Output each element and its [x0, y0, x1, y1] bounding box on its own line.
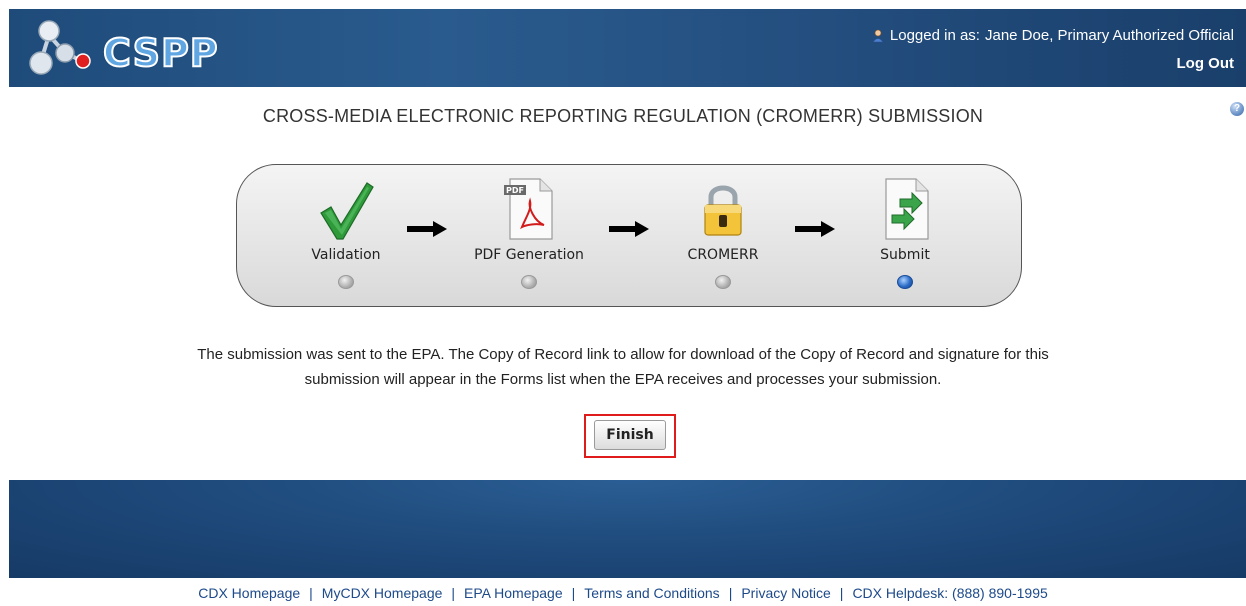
arrow-right-icon: [407, 221, 447, 237]
logout-link[interactable]: Log Out: [1177, 55, 1234, 72]
submission-message: The submission was sent to the EPA. The …: [0, 342, 1246, 392]
footer-separator: |: [728, 585, 733, 601]
pdf-document-icon: PDF: [504, 178, 553, 240]
footer-separator: |: [309, 585, 313, 601]
step-label: CROMERR: [687, 247, 759, 263]
footer-links: CDX Homepage | MyCDX Homepage | EPA Homepage…: [0, 585, 1246, 601]
step-status-dot: [338, 275, 354, 289]
padlock-icon: [704, 185, 742, 236]
message-line-2: submission will appear in the Forms list…: [304, 371, 942, 388]
logo-text: CSPP: [102, 30, 219, 76]
arrow-right-icon: [795, 221, 835, 237]
arrow-right-icon: [609, 221, 649, 237]
step-cromerr: CROMERR: [648, 165, 798, 308]
step-submit: Submit: [830, 165, 980, 308]
steps-progress-panel: Validation PDF PDF Generation CROMERR Su…: [236, 164, 1022, 307]
login-prefix: Logged in as:: [889, 27, 980, 44]
step-label: PDF Generation: [474, 247, 584, 263]
footer-link-privacy[interactable]: Privacy Notice: [741, 585, 830, 601]
footer-band: [9, 480, 1246, 578]
footer-link-epa-homepage[interactable]: EPA Homepage: [464, 585, 563, 601]
footer-link-cdx-homepage[interactable]: CDX Homepage: [198, 585, 300, 601]
footer-separator: |: [571, 585, 576, 601]
cspp-logo: CSPP: [27, 17, 237, 77]
step-validation: Validation: [271, 165, 421, 308]
logged-in-user: Jane Doe, Primary Authorized Official: [984, 27, 1234, 44]
finish-button[interactable]: Finish: [594, 420, 666, 450]
footer-link-terms[interactable]: Terms and Conditions: [584, 585, 719, 601]
submit-document-icon: [885, 178, 929, 240]
page-title: CROSS-MEDIA ELECTRONIC REPORTING REGULAT…: [262, 106, 984, 126]
molecule-logo-icon: [29, 20, 91, 75]
step-label: Validation: [311, 247, 381, 263]
step-pdf-generation: PDF PDF Generation: [454, 165, 604, 308]
step-status-dot: [521, 275, 537, 289]
footer-separator: |: [839, 585, 844, 601]
footer-link-helpdesk[interactable]: CDX Helpdesk: (888) 890-1995: [852, 585, 1047, 601]
message-line-1: The submission was sent to the EPA. The …: [197, 346, 1049, 363]
checkmark-icon: [320, 182, 374, 240]
step-status-dot: [715, 275, 731, 289]
user-icon: [872, 29, 884, 42]
step-label: Submit: [880, 247, 930, 263]
svg-text:PDF: PDF: [506, 186, 524, 195]
step-status-dot-active: [897, 275, 913, 289]
login-info: Logged in as: Jane Doe, Primary Authoriz…: [871, 27, 1234, 44]
header-bar: CSPP Logged in as: Jane Doe, Primary Aut…: [9, 9, 1246, 87]
footer-link-mycdx-homepage[interactable]: MyCDX Homepage: [322, 585, 443, 601]
footer-separator: |: [451, 585, 456, 601]
